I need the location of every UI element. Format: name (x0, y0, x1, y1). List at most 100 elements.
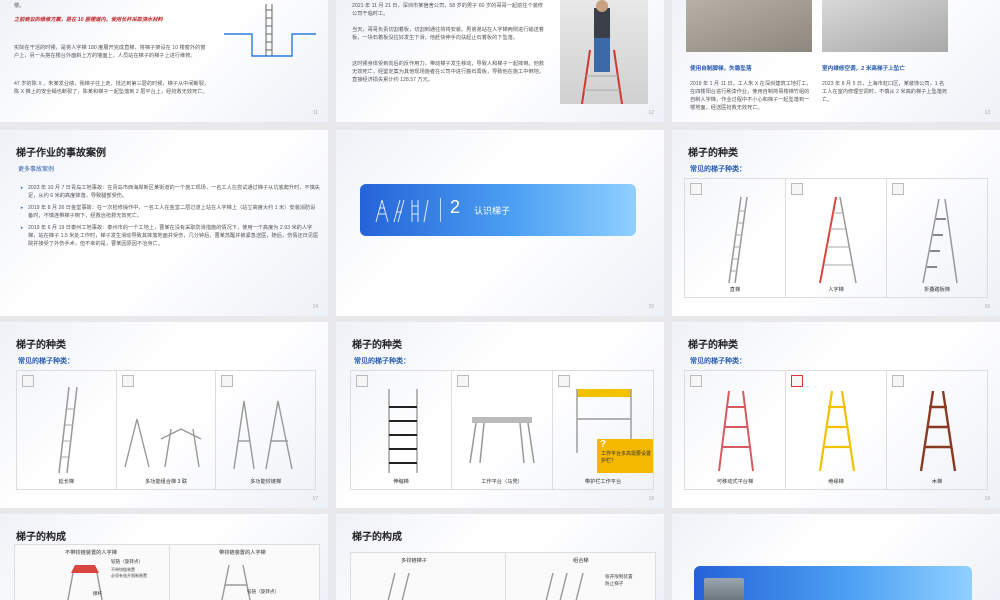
red-paragraph: 之前商议的维修方案，是在 10 层楼道内，使用长杆采取浇水材料 (14, 17, 163, 23)
page-number: 14 (312, 304, 318, 310)
list-item: 2019 年 8 月 26 日金堂事故：在一次检修操作中，一名工人在金堂二层过道… (20, 204, 320, 220)
slide-subtitle: 常见的梯子种类： (690, 358, 746, 365)
cell-label: 人字梯 (828, 287, 844, 293)
ladder-diagram (224, 4, 316, 57)
case-list: 2023 年 10 月 7 日青岛工地事故：在青岛市西海岸新区某街道的一个施工现… (20, 184, 320, 252)
paragraph-1: 实际在干活的时候，是将人字梯 180 度展开完成直梯，将梯子架设在 10 楼窗外… (14, 45, 206, 59)
slide-18[interactable]: 梯子的种类 常见的梯子种类： 伸缩梯 工作平台（马凳） ? 工作平台多高需要设置… (336, 322, 664, 508)
page-number: 13 (984, 110, 990, 116)
telescopic-ladder-icon (356, 375, 368, 387)
panel-head-left: 不带铰链装置的人字梯 (65, 550, 117, 556)
slide-title: 梯子的种类 (352, 340, 402, 351)
slide-19[interactable]: 梯子的种类 常见的梯子种类： 可移动式平台梯 绝缘梯 木梯 19 (672, 322, 1000, 508)
structure-panel: 不带铰链装置的人字梯 带铰链装置的人字梯 铰链（旋转点） 不带铰链装置 必须有张… (14, 544, 320, 600)
slide-subtitle: 常见的梯子种类： (18, 358, 74, 365)
straight-ladder-icon (690, 183, 702, 195)
slide-16[interactable]: 梯子的种类 常见的梯子种类： 直梯 人字梯 折叠踏板梯 16 (672, 130, 1000, 316)
slide-22[interactable] (672, 514, 1000, 600)
slide-subtitle: 更多事故案例 (18, 167, 55, 173)
section-banner (694, 566, 972, 600)
ladder-cell: 人字梯 (786, 179, 887, 297)
slide-15[interactable]: 2 认识梯子 15 (336, 130, 664, 316)
slide-title: 梯子的构成 (352, 532, 402, 543)
section-banner: 2 认识梯子 (360, 184, 636, 236)
straight-ladder-image (728, 196, 748, 284)
a-frame-ladder-image (819, 196, 857, 284)
label-hinge-left: 铰链（旋转点） (111, 559, 144, 564)
slide-subtitle: 常见的梯子种类： (690, 166, 746, 173)
slide-17[interactable]: 梯子的种类 常见的梯子种类： 延长梯 多功能组合梯 3 联 多功能铰链梯 17 (0, 322, 328, 508)
case-text-left: 2019 年 1 月 11 日，工人朱 X 在深圳建筑工地打工，在四楼阳台进行刷… (690, 81, 812, 111)
label-brace: 撑杆 (93, 591, 103, 596)
ladder-cell: 多功能铰链梯 (216, 371, 315, 489)
mobile-platform-ladder-image (718, 390, 754, 472)
ladder-cell: 可移动式平台梯 (685, 371, 786, 489)
extension-ladder-icon (22, 375, 34, 387)
cell-label: 可移动式平台梯 (716, 479, 754, 485)
work-platform-image (469, 417, 535, 464)
caption-left: 使用自制脚梯，失稳坠落 (690, 66, 752, 72)
slide-20[interactable]: 梯子的构成 不带铰链装置的人字梯 带铰链装置的人字梯 铰链（旋转点） 不带铰链装… (0, 514, 328, 600)
section-number: 2 (450, 197, 461, 217)
slide-12[interactable]: 2021 年 11 月 21 日，深圳市某宿舍公司，58 岁的男子 60 岁的哥… (336, 0, 664, 122)
slide-14[interactable]: 梯子作业的事故案例 更多事故案例 2023 年 10 月 7 日青岛工地事故：在… (0, 130, 328, 316)
cell-label: 伸缩梯 (393, 479, 409, 485)
slide-title: 梯子的种类 (16, 340, 66, 351)
insulated-ladder-image (818, 390, 856, 472)
work-platform-icon (457, 375, 469, 387)
panel-divider (169, 545, 170, 600)
label-spreader: 张开限制装置 防止梯子 (605, 574, 633, 586)
panel-head-right: 组合梯 (573, 558, 589, 564)
page-number: 11 (312, 110, 318, 116)
section-label: 认识梯子 (474, 206, 511, 216)
slide-subtitle: 常见的梯子种类： (354, 358, 410, 365)
page-number: 16 (984, 304, 990, 310)
label-hinge-right: 铰链（旋转点） (247, 589, 280, 594)
ladder-cell: 工作平台（马凳） (452, 371, 553, 489)
ladder-type-grid: 延长梯 多功能组合梯 3 联 多功能铰链梯 (16, 370, 316, 490)
caption-right: 室内维修空调，2 米高梯子上坠亡 (822, 66, 905, 72)
cell-label: 带护栏工作平台 (584, 479, 622, 485)
worker-on-ladder-photo (560, 0, 648, 105)
paragraph-3: 这时候身体受到向后的反作用力，带动梯子发生移动，导致人和梯子一起摔倒。他救无效死… (352, 61, 544, 83)
list-item: 2019 年 6 月 19 日泰州工地事故：泰州市的一个工地上，曹某在没有采取防… (20, 224, 320, 248)
case-text-right: 2023 年 8 月 5 日，上海市虹口区，某装饰公司，1 名工人在室内修理空调… (822, 81, 948, 103)
paragraph-1: 2021 年 11 月 21 日，深圳市某宿舍公司，58 岁的男子 60 岁的哥… (352, 3, 544, 17)
cell-label: 多功能铰链梯 (250, 479, 282, 485)
page-number: 17 (312, 496, 318, 502)
telescopic-ladder-image (388, 389, 418, 473)
list-item: 2023 年 10 月 7 日青岛工地事故：在青岛市西海岸新区某街道的一个施工现… (20, 184, 320, 200)
combination-ladder-image (123, 418, 201, 468)
page-number: 19 (984, 496, 990, 502)
a-frame-ladder-icon (791, 183, 803, 195)
ladder-cell: 伸缩梯 (351, 371, 452, 489)
slide-title: 梯子作业的事故案例 (16, 148, 106, 159)
slide-13[interactable]: 使用自制脚梯，失稳坠落 室内维修空调，2 米高梯子上坠亡 2019 年 1 月 … (672, 0, 1000, 122)
ladder-cell: 延长梯 (17, 371, 117, 489)
ladder-cell: 绝缘梯 (786, 371, 887, 489)
slide-title: 梯子的种类 (688, 340, 738, 351)
cell-label: 多功能组合梯 3 联 (144, 479, 188, 485)
slide-11[interactable]: 楼。 之前商议的维修方案，是在 10 层楼道内，使用长杆采取浇水材料 实际在干活… (0, 0, 328, 122)
wooden-ladder-icon (892, 375, 904, 387)
step-ladder-image (922, 198, 958, 284)
slide-21[interactable]: 梯子的构成 多铰链梯子 组合梯 张开限制装置 防止梯子 (336, 514, 664, 600)
paragraph-2: 当天，哥哥负责切割着板，切割到通往将将安装。男弟弟站在人字梯两侧进行输送着板，一… (352, 27, 544, 41)
page-number: 15 (648, 304, 654, 310)
page-number: 12 (648, 110, 654, 116)
ladder-type-grid: 可移动式平台梯 绝缘梯 木梯 (684, 370, 988, 490)
insulated-ladder-icon (791, 375, 803, 387)
extension-ladder-image (58, 386, 78, 474)
ladder-cell: 多功能组合梯 3 联 (117, 371, 217, 489)
structure-panel: 多铰链梯子 组合梯 张开限制装置 防止梯子 (350, 552, 656, 600)
site-photo-left (686, 0, 812, 52)
ladder-cell: ? 工作平台多高需要设置护栏？ 带护栏工作平台 (553, 371, 653, 489)
ladder-type-grid: 伸缩梯 工作平台（马凳） ? 工作平台多高需要设置护栏？ 带护栏工作平台 (350, 370, 654, 490)
cell-label: 木梯 (931, 479, 943, 485)
slide-title: 梯子的构成 (16, 532, 66, 543)
callout-text: 工作平台多高需要设置护栏？ (601, 451, 652, 464)
page-number: 18 (648, 496, 654, 502)
callout-box: ? 工作平台多高需要设置护栏？ (597, 439, 653, 473)
combination-diagram (545, 572, 584, 600)
step-ladder-icon (892, 183, 904, 195)
